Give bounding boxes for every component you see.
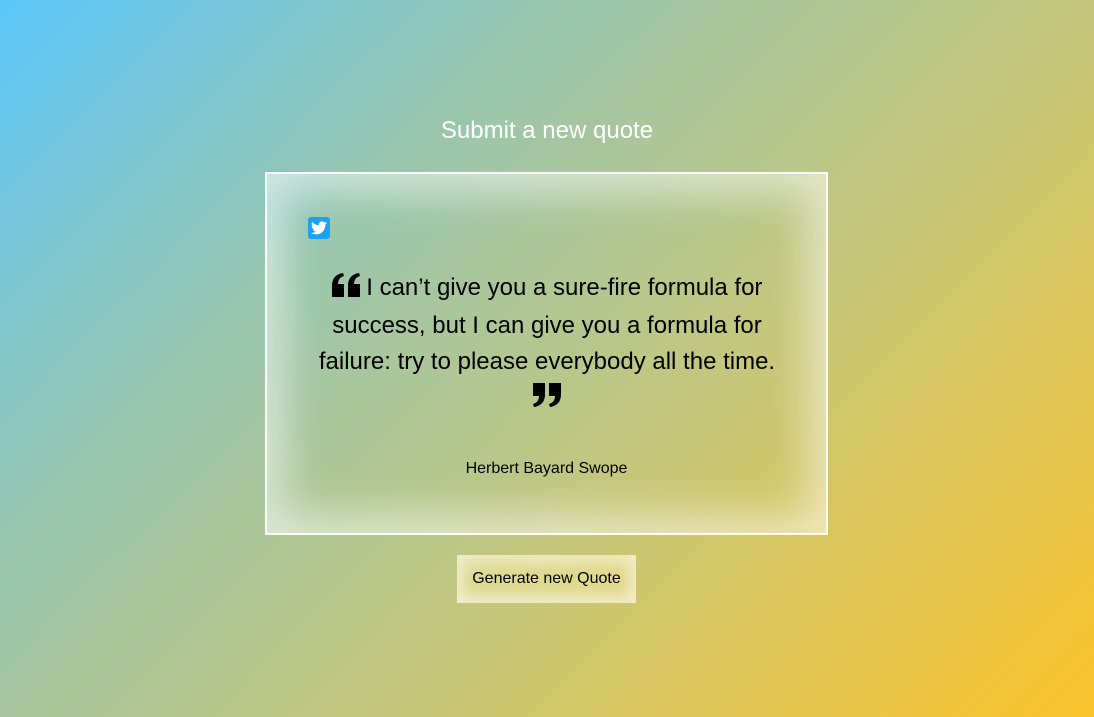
quote-text: I can’t give you a sure-fire formula for… [318, 274, 776, 375]
twitter-icon[interactable] [308, 217, 330, 239]
submit-quote-link[interactable]: Submit a new quote [0, 117, 1094, 145]
quote-card: I can’t give you a sure-fire formula for… [265, 172, 828, 535]
quote-author: Herbert Bayard Swope [465, 460, 628, 477]
quote-text-block: I can’t give you a sure-fire formula for… [307, 270, 787, 418]
quote-right-icon [533, 382, 561, 418]
generate-quote-button[interactable]: Generate new Quote [457, 555, 636, 603]
quote-left-icon [331, 272, 360, 308]
